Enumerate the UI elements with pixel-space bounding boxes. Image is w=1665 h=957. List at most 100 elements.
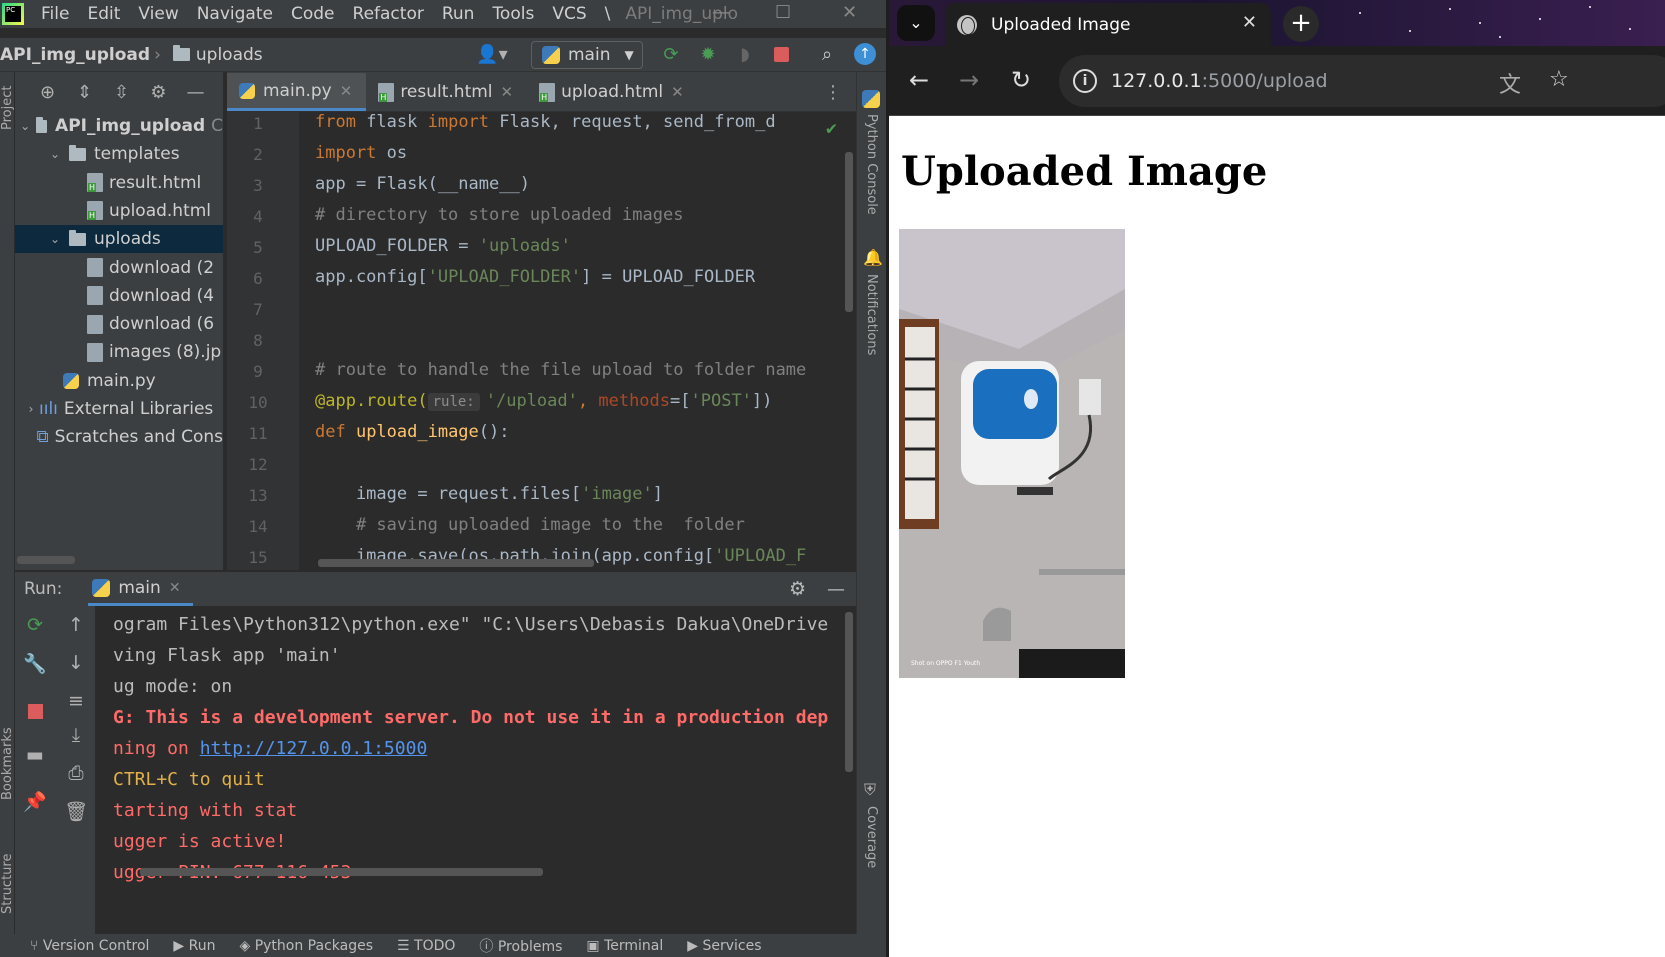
wrench-icon[interactable]: 🔧 [20, 652, 50, 682]
tab-main-py[interactable]: main.py ✕ [227, 73, 367, 111]
debug-icon[interactable]: ✹ [694, 40, 722, 68]
run-tab-close-icon[interactable]: ✕ [169, 580, 181, 596]
run-console[interactable]: ogram Files\Python312\python.exe" "C:\Us… [95, 606, 844, 934]
tree-item[interactable]: download (4 [15, 282, 223, 310]
forward-arrow-icon[interactable]: → [949, 60, 989, 100]
console-scrollbar[interactable] [845, 612, 853, 772]
status-run[interactable]: ▶ Run [161, 938, 227, 954]
update-icon[interactable]: ↑ [851, 40, 879, 68]
run-config-selector[interactable]: main ▼ [531, 41, 643, 69]
code-editor[interactable]: from flask import Flask, request, send_f… [299, 112, 844, 570]
more-tabs-icon[interactable]: ⋮ [824, 82, 842, 103]
menu-tools[interactable]: Tools [483, 0, 543, 28]
menu-file[interactable]: File [32, 0, 78, 28]
close-icon[interactable]: ✕ [842, 0, 857, 28]
tab-close-icon[interactable]: ✕ [340, 82, 353, 100]
tree-item[interactable]: download (6 [15, 310, 223, 338]
tab-close-icon[interactable]: ✕ [501, 83, 514, 101]
expand-all-icon[interactable]: ⇕ [66, 82, 103, 103]
up-arrow-icon[interactable]: ↑ [61, 614, 91, 644]
tab-close-icon[interactable]: ✕ [1242, 12, 1257, 33]
tree-item[interactable]: upload.html [15, 197, 223, 225]
soft-wrap-icon[interactable]: ≡ [61, 690, 91, 720]
layout-icon[interactable]: ▬ [20, 744, 50, 774]
editor-hscrollbar[interactable] [318, 559, 594, 567]
status-problems[interactable]: ⓘ Problems [467, 936, 574, 956]
translate-icon[interactable]: 文 [1499, 67, 1521, 99]
rerun-icon[interactable]: ⟳ [657, 40, 685, 68]
server-link[interactable]: http://127.0.0.1:5000 [200, 738, 428, 759]
hide-icon[interactable]: — [177, 82, 214, 103]
python-console-tool-label[interactable]: Python Console [864, 114, 879, 215]
minimize-icon[interactable]: — [712, 0, 730, 28]
tab-result-html[interactable]: result.html ✕ [366, 73, 527, 111]
console-hscrollbar[interactable] [140, 868, 543, 876]
tab-close-icon[interactable]: ✕ [671, 83, 684, 101]
menu-refactor[interactable]: Refactor [344, 0, 433, 28]
status-version-control[interactable]: ⑂ Version Control [18, 938, 161, 954]
chevron-down-icon[interactable]: ⌄ [47, 147, 63, 161]
tab-search-icon[interactable]: ⌄ [897, 5, 935, 41]
menu-vcs[interactable]: VCS [543, 0, 595, 28]
tree-item[interactable]: ⌄ uploads [15, 225, 223, 254]
tree-scrollbar[interactable] [17, 556, 75, 564]
chevron-right-icon[interactable]: › [23, 402, 39, 416]
bell-icon: 🔔 [863, 248, 883, 267]
tree-item[interactable]: › ıılı External Libraries [15, 395, 223, 423]
tree-item[interactable]: ⌄ templates [15, 140, 223, 168]
new-tab-button[interactable]: + [1283, 6, 1319, 42]
tree-item[interactable]: images (8).jp [15, 338, 223, 366]
line-number: 4 [253, 207, 263, 226]
notifications-tool-label[interactable]: Notifications [864, 274, 879, 355]
attach-debugger-icon[interactable]: ◗ [731, 40, 759, 68]
reload-icon[interactable]: ↻ [1001, 60, 1041, 100]
tree-item[interactable]: result.html [15, 169, 223, 197]
menu-code[interactable]: Code [282, 0, 344, 28]
stop-icon[interactable] [769, 40, 793, 68]
tree-item[interactable]: download (2 [15, 254, 223, 282]
status-todo[interactable]: ☰ TODO [385, 938, 467, 954]
editor-scrollbar[interactable] [845, 152, 853, 312]
user-icon[interactable]: 👤▾ [472, 40, 512, 68]
browser-tab-active[interactable]: Uploaded Image ✕ [945, 3, 1271, 46]
rerun-icon[interactable]: ⟳ [20, 614, 50, 644]
site-info-icon[interactable]: i [1073, 69, 1097, 93]
tree-item[interactable]: ⧉ Scratches and Cons [15, 423, 223, 451]
chevron-down-icon[interactable]: ⌄ [20, 119, 30, 133]
menu-run[interactable]: Run [433, 0, 484, 28]
coverage-tool-label[interactable]: Coverage [864, 806, 879, 868]
stop-icon[interactable] [20, 698, 50, 728]
address-bar[interactable]: i 127.0.0.1:5000/upload 文 ☆ [1059, 55, 1665, 107]
status-services[interactable]: ▶ Services [675, 938, 773, 954]
run-tab-main[interactable]: main ✕ [88, 572, 193, 606]
search-icon[interactable]: ⌕ [813, 40, 841, 68]
pin-icon[interactable]: 📌 [20, 790, 50, 820]
locate-icon[interactable]: ⊕ [29, 82, 66, 103]
tree-item[interactable]: main.py [15, 367, 223, 395]
breadcrumb-project[interactable]: API_img_upload [0, 45, 150, 65]
project-tool-label[interactable]: Project [0, 86, 15, 130]
trash-icon[interactable]: 🗑 [61, 800, 91, 830]
down-arrow-icon[interactable]: ↓ [61, 652, 91, 682]
bookmark-star-icon[interactable]: ☆ [1549, 67, 1569, 92]
menu-edit[interactable]: Edit [78, 0, 129, 28]
menu-overflow[interactable]: \ [596, 0, 620, 28]
tree-item[interactable]: ⌄ API_img_upload C [15, 112, 223, 140]
menu-view[interactable]: View [129, 0, 187, 28]
status-terminal[interactable]: ▣ Terminal [574, 938, 675, 954]
tab-upload-html[interactable]: upload.html ✕ [527, 73, 698, 111]
gear-icon[interactable]: ⚙ [140, 82, 177, 103]
bookmarks-tool-label[interactable]: Bookmarks [0, 727, 15, 800]
scroll-to-end-icon[interactable]: ⤓ [61, 724, 91, 754]
breadcrumb-folder[interactable]: uploads [196, 45, 263, 65]
back-arrow-icon[interactable]: ← [899, 60, 939, 100]
structure-tool-label[interactable]: Structure [0, 854, 15, 914]
status-python-packages[interactable]: ◈ Python Packages [227, 938, 385, 954]
maximize-icon[interactable]: ☐ [775, 0, 791, 28]
gear-icon[interactable]: ⚙ [789, 578, 806, 600]
menu-navigate[interactable]: Navigate [188, 0, 282, 28]
collapse-all-icon[interactable]: ⇳ [103, 82, 140, 103]
hide-panel-icon[interactable]: — [827, 579, 845, 600]
chevron-down-icon[interactable]: ⌄ [47, 232, 63, 246]
print-icon[interactable]: ⎙ [61, 762, 91, 792]
